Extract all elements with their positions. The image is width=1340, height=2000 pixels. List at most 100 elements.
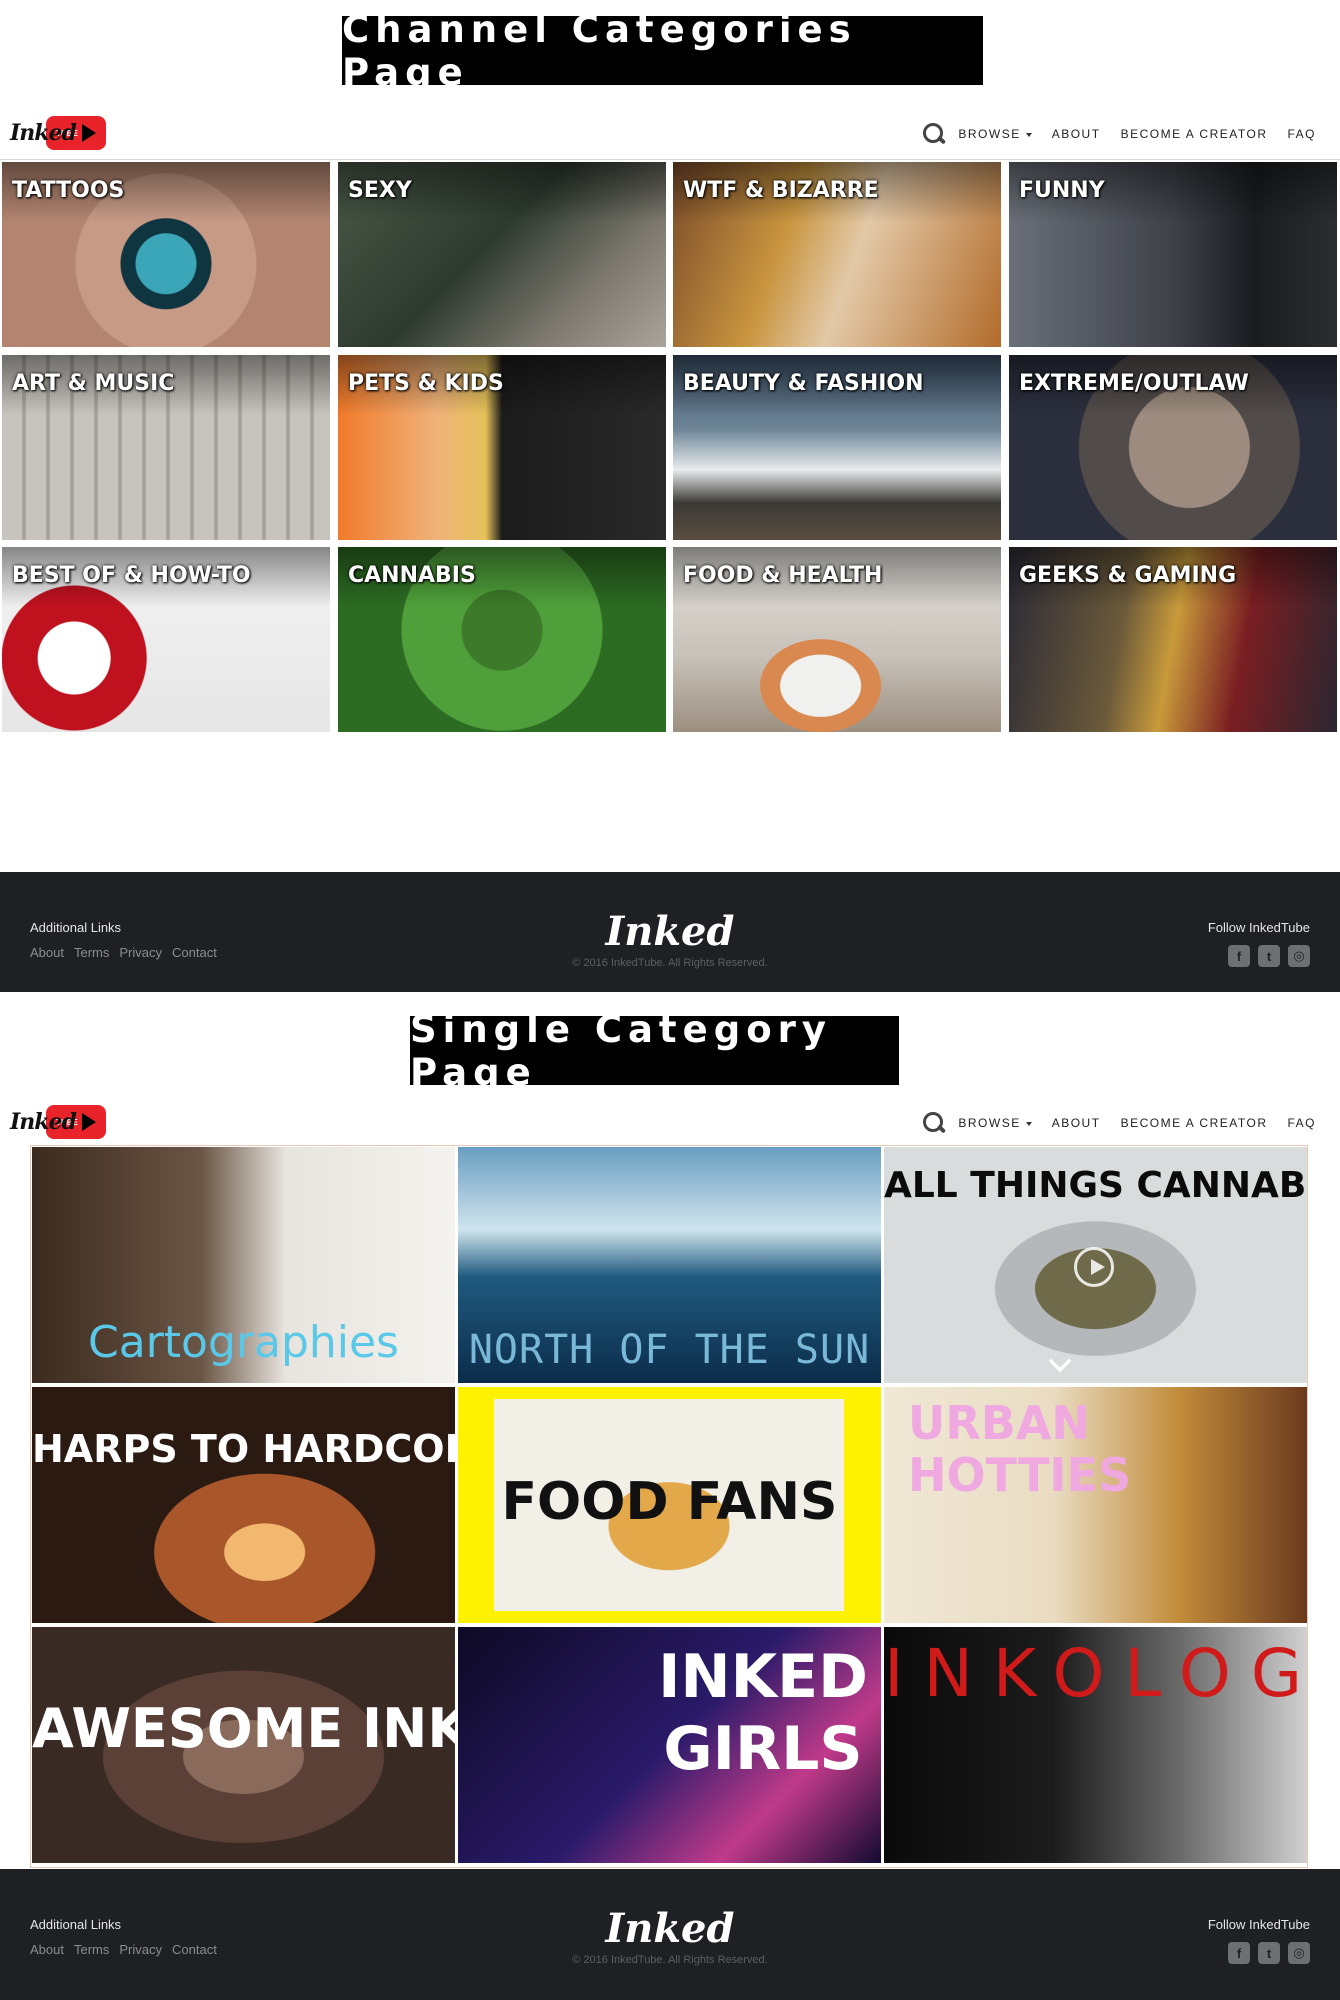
category-label: PETS & KIDS: [348, 371, 504, 396]
top-navbar: TUBE Inked BROWSE ABOUT BECOME A CREATOR…: [0, 104, 1340, 160]
twitter-icon[interactable]: t: [1258, 1942, 1280, 1964]
footer-link-terms[interactable]: Terms: [74, 1942, 109, 1957]
nav-browse[interactable]: BROWSE: [958, 127, 1032, 141]
nav-faq[interactable]: FAQ: [1287, 1116, 1316, 1130]
channel-title: FOOD FANS: [501, 1472, 838, 1532]
channel-title: URBAN HOTTIES: [908, 1396, 1132, 1502]
site-footer: Additional Links About Terms Privacy Con…: [0, 1869, 1340, 2000]
footer-links-block: Additional Links About Terms Privacy Con…: [30, 920, 217, 960]
nav-become-creator[interactable]: BECOME A CREATOR: [1121, 127, 1268, 141]
category-tile[interactable]: WTF & BIZARRE: [673, 162, 1001, 347]
footer-link-privacy[interactable]: Privacy: [119, 945, 162, 960]
channel-title: AWESOME INK: [32, 1697, 455, 1760]
footer-links-block: Additional Links About Terms Privacy Con…: [30, 1917, 217, 1957]
instagram-icon[interactable]: ◎: [1288, 1942, 1310, 1964]
play-icon: [81, 1113, 96, 1131]
footer-link-about[interactable]: About: [30, 1942, 64, 1957]
logo-text: Inked: [10, 1109, 77, 1135]
category-tile[interactable]: EXTREME/OUTLAW: [1009, 355, 1337, 540]
channel-tile[interactable]: FOOD FANS: [458, 1387, 881, 1623]
facebook-icon[interactable]: f: [1228, 945, 1250, 967]
category-tile[interactable]: CANNABIS: [338, 547, 666, 732]
nav-become-creator[interactable]: BECOME A CREATOR: [1121, 1116, 1268, 1130]
nav-links: BROWSE ABOUT BECOME A CREATOR FAQ: [922, 1111, 1316, 1135]
instagram-icon[interactable]: ◎: [1288, 945, 1310, 967]
site-logo[interactable]: TUBE Inked: [10, 114, 106, 152]
footer-copyright: © 2016 InkedTube. All Rights Reserved.: [572, 957, 768, 969]
channel-tile[interactable]: NORTH OF THE SUN: [458, 1147, 881, 1383]
footer-social: Follow InkedTube f t ◎: [1208, 920, 1310, 967]
category-label: CANNABIS: [348, 563, 476, 588]
category-label: BEST OF & HOW-TO: [12, 563, 251, 588]
category-tile[interactable]: FUNNY: [1009, 162, 1337, 347]
section-banner-single-category: Single Category Page: [410, 1008, 899, 1094]
facebook-icon[interactable]: f: [1228, 1942, 1250, 1964]
caret-down-icon: [1025, 1121, 1032, 1126]
channel-title: ALL THINGS CANNABIS: [884, 1165, 1307, 1206]
search-icon[interactable]: [922, 122, 946, 146]
footer-links: About Terms Privacy Contact: [30, 1942, 217, 1957]
category-label: ART & MUSIC: [12, 371, 175, 396]
footer-social: Follow InkedTube f t ◎: [1208, 1917, 1310, 1964]
footer-links-heading: Additional Links: [30, 920, 122, 935]
nav-about[interactable]: ABOUT: [1052, 127, 1101, 141]
site-logo[interactable]: TUBE Inked: [10, 1103, 106, 1141]
nav-links: BROWSE ABOUT BECOME A CREATOR FAQ: [922, 122, 1316, 146]
caret-down-icon: [1025, 132, 1032, 137]
category-tile[interactable]: SEXY: [338, 162, 666, 347]
category-label: TATTOOS: [12, 178, 125, 203]
channel-title: Cartographies: [88, 1317, 399, 1368]
play-icon[interactable]: [1074, 1247, 1114, 1287]
channel-tile[interactable]: Cartographies: [32, 1147, 455, 1383]
nav-browse[interactable]: BROWSE: [958, 1116, 1032, 1130]
category-tile[interactable]: PETS & KIDS: [338, 355, 666, 540]
nav-faq[interactable]: FAQ: [1287, 127, 1316, 141]
channel-tile[interactable]: INKOLOGY: [884, 1627, 1307, 1863]
category-tile[interactable]: FOOD & HEALTH: [673, 547, 1001, 732]
category-tile[interactable]: BEAUTY & FASHION: [673, 355, 1001, 540]
category-label: WTF & BIZARRE: [683, 178, 879, 203]
channel-title: INKOLOGY: [884, 1635, 1307, 1712]
footer-brand: Inked © 2016 InkedTube. All Rights Reser…: [560, 1905, 780, 1966]
channel-title: INKED GIRLS: [658, 1642, 868, 1784]
category-tile[interactable]: TATTOOS: [2, 162, 330, 347]
category-label: FOOD & HEALTH: [683, 563, 883, 588]
channel-grid: Cartographies NORTH OF THE SUN ALL THING…: [30, 1145, 1308, 1868]
footer-links-heading: Additional Links: [30, 1917, 122, 1932]
search-icon[interactable]: [922, 1111, 946, 1135]
channel-tile[interactable]: AWESOME INK: [32, 1627, 455, 1863]
twitter-icon[interactable]: t: [1258, 945, 1280, 967]
footer-brand: Inked © 2016 InkedTube. All Rights Reser…: [560, 908, 780, 969]
channel-tile[interactable]: INKED GIRLS: [458, 1627, 881, 1863]
logo-text: Inked: [10, 120, 77, 146]
footer-logo[interactable]: Inked: [560, 908, 780, 955]
footer-link-contact[interactable]: Contact: [172, 945, 217, 960]
nav-browse-label: BROWSE: [958, 1116, 1021, 1130]
category-tile[interactable]: ART & MUSIC: [2, 355, 330, 540]
top-navbar: TUBE Inked BROWSE ABOUT BECOME A CREATOR…: [0, 1093, 1340, 1149]
footer-link-terms[interactable]: Terms: [74, 945, 109, 960]
nav-about[interactable]: ABOUT: [1052, 1116, 1101, 1130]
channel-title: HARPS TO HARDCORE: [32, 1427, 455, 1471]
category-tile[interactable]: GEEKS & GAMING: [1009, 547, 1337, 732]
category-label: BEAUTY & FASHION: [683, 371, 924, 396]
footer-social-icons: f t ◎: [1208, 945, 1310, 967]
category-label: GEEKS & GAMING: [1019, 563, 1237, 588]
channel-title: NORTH OF THE SUN: [468, 1327, 871, 1373]
footer-link-about[interactable]: About: [30, 945, 64, 960]
footer-link-contact[interactable]: Contact: [172, 1942, 217, 1957]
footer-follow-heading: Follow InkedTube: [1207, 920, 1310, 935]
category-label: EXTREME/OUTLAW: [1019, 371, 1249, 396]
category-tile[interactable]: BEST OF & HOW-TO: [2, 547, 330, 732]
channel-tile[interactable]: ALL THINGS CANNABIS: [884, 1147, 1307, 1383]
play-icon: [81, 124, 96, 142]
nav-browse-label: BROWSE: [958, 127, 1021, 141]
footer-social-icons: f t ◎: [1208, 1942, 1310, 1964]
channel-tile[interactable]: HARPS TO HARDCORE: [32, 1387, 455, 1623]
footer-logo[interactable]: Inked: [560, 1905, 780, 1952]
footer-links: About Terms Privacy Contact: [30, 945, 217, 960]
footer-copyright: © 2016 InkedTube. All Rights Reserved.: [572, 1954, 768, 1966]
category-label: SEXY: [348, 178, 412, 203]
footer-link-privacy[interactable]: Privacy: [119, 1942, 162, 1957]
channel-tile[interactable]: URBAN HOTTIES: [884, 1387, 1307, 1623]
